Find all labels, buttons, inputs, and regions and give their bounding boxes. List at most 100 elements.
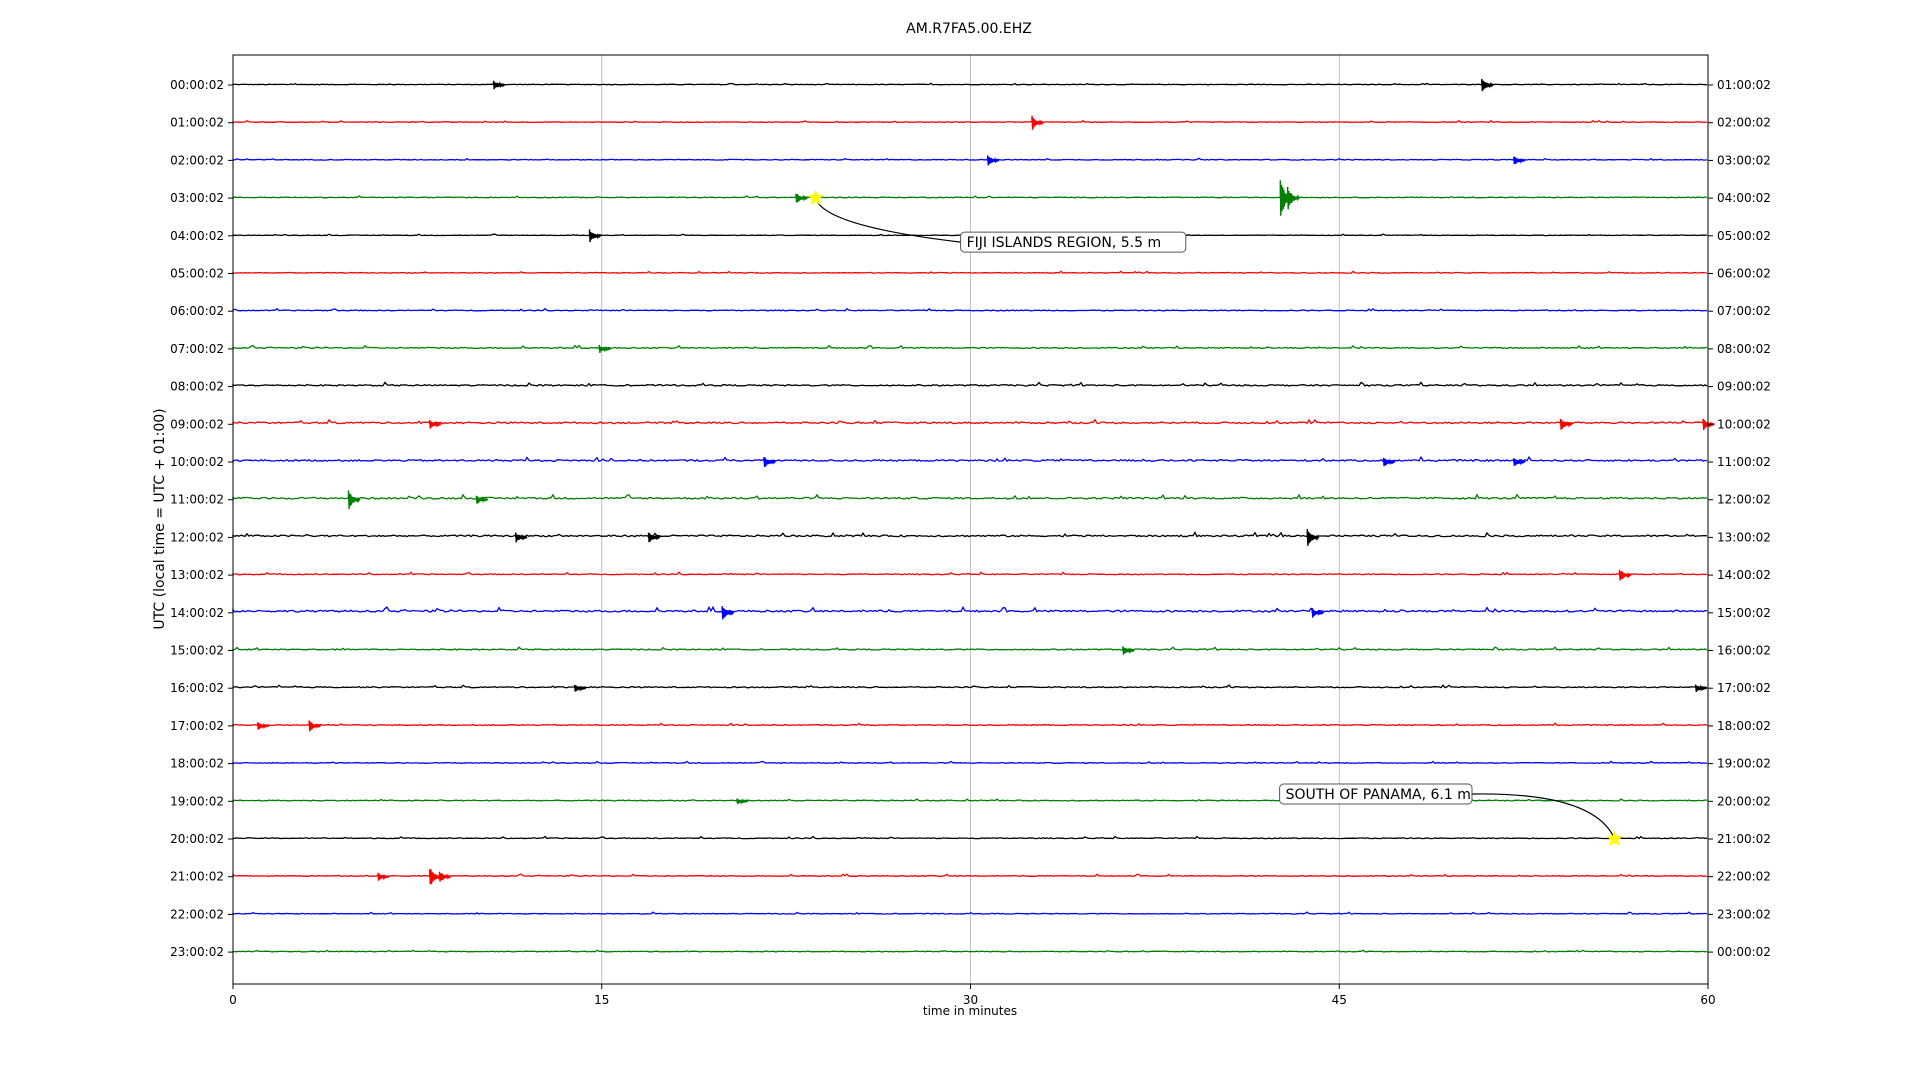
y-tick-label-left: 15:00:02 [170, 644, 224, 658]
event-spike [736, 798, 749, 806]
annotation-label: FIJI ISLANDS REGION, 5.5 m [967, 235, 1162, 251]
trace-07:00:02 [232, 344, 1708, 350]
grid-layer [601, 55, 1340, 984]
trace-02:00:02 [232, 157, 1708, 161]
event-spike [598, 344, 612, 353]
y-tick-label-right: 03:00:02 [1717, 153, 1771, 167]
x-tick-label: 0 [229, 993, 237, 1007]
y-tick-label-left: 14:00:02 [170, 606, 224, 620]
annotation-label: SOUTH OF PANAMA, 6.1 m [1286, 787, 1471, 803]
event-star-marker [807, 189, 824, 206]
y-tick-label-left: 23:00:02 [170, 945, 224, 959]
event-spike [795, 193, 808, 203]
event-spike [1695, 684, 1708, 692]
trace-01:00:02 [232, 119, 1708, 124]
trace-23:00:02 [232, 949, 1708, 953]
y-tick-label-left: 02:00:02 [170, 153, 224, 167]
x-axis-label: time in minutes [923, 1004, 1017, 1018]
y-tick-label-right: 14:00:02 [1717, 568, 1771, 582]
trace-16:00:02 [232, 684, 1708, 689]
event-spike [1382, 457, 1396, 467]
y-tick-label-right: 18:00:02 [1717, 719, 1771, 733]
x-tick-label: 60 [1700, 993, 1715, 1007]
event-spike [1513, 458, 1526, 466]
y-tick-label-left: 08:00:02 [170, 380, 224, 394]
y-tick-label-right: 04:00:02 [1717, 191, 1771, 205]
event-spike [1031, 115, 1044, 130]
trace-20:00:02 [232, 835, 1707, 840]
event-spike [1122, 646, 1135, 655]
event-spike [438, 871, 452, 882]
y-tick-label-left: 13:00:02 [170, 568, 224, 582]
trace-19:00:02 [232, 797, 1708, 802]
trace-08:00:02 [232, 381, 1708, 387]
event-spike [429, 419, 442, 429]
event-spike [1513, 156, 1526, 165]
seismogram-chart: AM.R7FA5.00.EHZ 0 15 30 45 60 00:00:02 01:00:0… [0, 0, 1920, 1080]
trace-09:00:02 [232, 418, 1708, 425]
event-spike [492, 80, 506, 90]
trace-06:00:02 [232, 307, 1708, 312]
event-spike [763, 456, 776, 468]
y-tick-label-left: 16:00:02 [170, 681, 224, 695]
y-tick-label-right: 02:00:02 [1717, 116, 1771, 130]
y-tick-label-left: 20:00:02 [170, 832, 224, 846]
y-tick-label-right: 06:00:02 [1717, 267, 1771, 281]
x-tick-label: 15 [594, 993, 609, 1007]
y-axis-label: UTC (local time = UTC + 01:00) [152, 408, 168, 629]
y-tick-label-left: 17:00:02 [170, 719, 224, 733]
trace-21:00:02 [232, 873, 1708, 878]
event-spike [721, 606, 735, 620]
trace-11:00:02 [232, 493, 1708, 500]
event-spike [574, 684, 587, 692]
y-tick-label-right: 10:00:02 [1717, 417, 1771, 431]
y-tick-label-left: 12:00:02 [170, 530, 224, 544]
event-spike [377, 872, 390, 881]
event-spike [1286, 186, 1300, 210]
trace-14:00:02 [232, 605, 1707, 613]
y-tick-label-left: 11:00:02 [170, 493, 224, 507]
event-spike [1311, 607, 1325, 618]
event-spike [1559, 418, 1573, 430]
trace-03:00:02 [232, 195, 1708, 199]
y-tick-label-right: 12:00:02 [1717, 493, 1771, 507]
seismogram-svg: AM.R7FA5.00.EHZ 0 15 30 45 6000:00:02 01:00:0… [152, 21, 1771, 1018]
y-tick-label-right: 23:00:02 [1717, 907, 1771, 921]
y-tick-label-right: 11:00:02 [1717, 455, 1771, 469]
y-tick-label-right: 15:00:02 [1717, 606, 1771, 620]
y-tick-label-right: 16:00:02 [1717, 644, 1771, 658]
trace-18:00:02 [232, 760, 1708, 765]
y-tick-label-right: 05:00:02 [1717, 229, 1771, 243]
y-tick-label-right: 17:00:02 [1717, 681, 1771, 695]
y-tick-label-right: 01:00:02 [1717, 78, 1771, 92]
event-spike [588, 229, 602, 243]
y-tick-label-right: 08:00:02 [1717, 342, 1771, 356]
y-tick-label-left: 05:00:02 [170, 267, 224, 281]
event-spike [308, 720, 322, 732]
event-spike [347, 490, 361, 510]
y-tick-label-left: 07:00:02 [170, 342, 224, 356]
y-tick-label-left: 21:00:02 [170, 870, 224, 884]
y-tick-label-left: 06:00:02 [170, 304, 224, 318]
event-spike [1481, 78, 1494, 92]
y-tick-label-left: 10:00:02 [170, 455, 224, 469]
trace-15:00:02 [232, 646, 1708, 651]
trace-17:00:02 [232, 722, 1708, 727]
event-spike [987, 155, 1000, 166]
trace-05:00:02 [232, 270, 1708, 274]
trace-10:00:02 [232, 455, 1708, 463]
y-tick-label-left: 04:00:02 [170, 229, 224, 243]
y-tick-label-left: 09:00:02 [170, 417, 224, 431]
event-spike [256, 722, 270, 730]
y-tick-label-left: 00:00:02 [170, 78, 224, 92]
event-spike [515, 532, 528, 543]
y-tick-label-right: 19:00:02 [1717, 757, 1771, 771]
trace-22:00:02 [232, 911, 1708, 915]
y-tick-label-left: 19:00:02 [170, 794, 224, 808]
y-tick-label-right: 07:00:02 [1717, 304, 1771, 318]
y-tick-label-left: 03:00:02 [170, 191, 224, 205]
event-spike [1618, 569, 1632, 581]
event-star-marker [1606, 830, 1623, 847]
annotation-layer: FIJI ISLANDS REGION, 5.5 m SOUTH OF PANAM… [807, 189, 1623, 847]
trace-12:00:02 [232, 531, 1708, 538]
